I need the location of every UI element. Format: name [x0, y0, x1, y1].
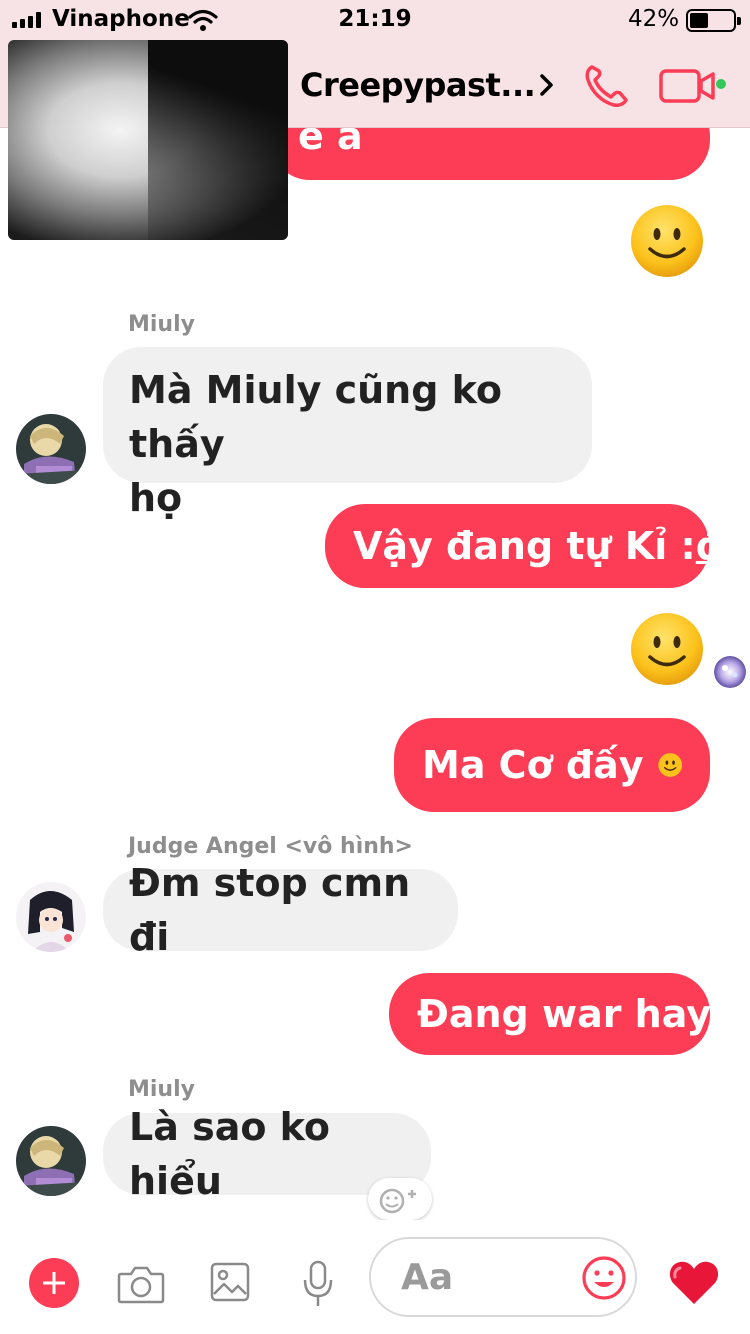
battery-percentage: 42%	[628, 6, 680, 32]
message-composer: Aa	[0, 1220, 750, 1334]
microphone-icon[interactable]	[301, 1260, 335, 1308]
smiley-emoji-icon	[631, 613, 703, 685]
seen-avatar	[714, 656, 746, 688]
message-text: Mà Miuly cũng ko thấy	[129, 368, 503, 466]
phone-call-icon[interactable]	[582, 62, 632, 108]
plus-icon[interactable]	[29, 1258, 79, 1308]
conversation-title[interactable]: Creepypast...	[300, 66, 536, 104]
message-text: Ma Cơ đấy	[422, 743, 644, 787]
floating-media-thumbnail[interactable]	[8, 40, 288, 240]
smiley-emoji-icon	[631, 205, 703, 277]
message-bubble-outgoing[interactable]: Ma Cơ đấy	[394, 718, 710, 812]
message-bubble-outgoing[interactable]: Đang war hay	[389, 973, 711, 1055]
message-text-underlined[interactable]: đ	[696, 524, 723, 568]
smiley-emoji-icon	[657, 753, 682, 777]
battery-level	[690, 13, 708, 28]
message-bubble-incoming[interactable]: Mà Miuly cũng ko thấy họ	[103, 347, 592, 520]
status-bar: Vinaphone 21:19 42%	[0, 0, 750, 40]
image-icon[interactable]	[210, 1262, 250, 1302]
message-bubble-incoming[interactable]: Đm stop cmn đi	[103, 861, 458, 959]
message-text: Đm stop cmn đi	[129, 861, 411, 959]
add-reaction-icon	[379, 1188, 416, 1214]
sender-name: Miuly	[128, 312, 195, 337]
message-text: Đang war hay	[417, 992, 711, 1036]
message-text: Vậy đang tự Kỉ :	[353, 524, 696, 568]
video-call-icon[interactable]	[658, 66, 728, 106]
seen-avatar-icon	[714, 656, 746, 688]
message-input-placeholder: Aa	[401, 1257, 454, 1298]
chevron-right-icon[interactable]	[538, 70, 556, 100]
camera-icon[interactable]	[117, 1264, 165, 1304]
message-text: Là sao ko hiểu	[129, 1105, 331, 1203]
avatar-miuly[interactable]	[16, 1126, 86, 1196]
battery-icon	[686, 9, 741, 32]
sender-name: Miuly	[128, 1077, 195, 1102]
add-reaction-button[interactable]	[368, 1178, 432, 1220]
avatar-miuly[interactable]	[16, 414, 86, 484]
message-bubble-outgoing[interactable]: Vậy đang tự Kỉ :đ	[325, 504, 723, 588]
avatar-image-icon	[16, 414, 86, 484]
avatar-judge-angel[interactable]	[16, 882, 86, 952]
avatar-image-icon	[16, 882, 86, 952]
avatar-image-icon	[16, 1126, 86, 1196]
heart-icon[interactable]	[668, 1258, 720, 1306]
message-input[interactable]: Aa	[369, 1237, 637, 1317]
emoji-icon[interactable]	[581, 1255, 627, 1301]
